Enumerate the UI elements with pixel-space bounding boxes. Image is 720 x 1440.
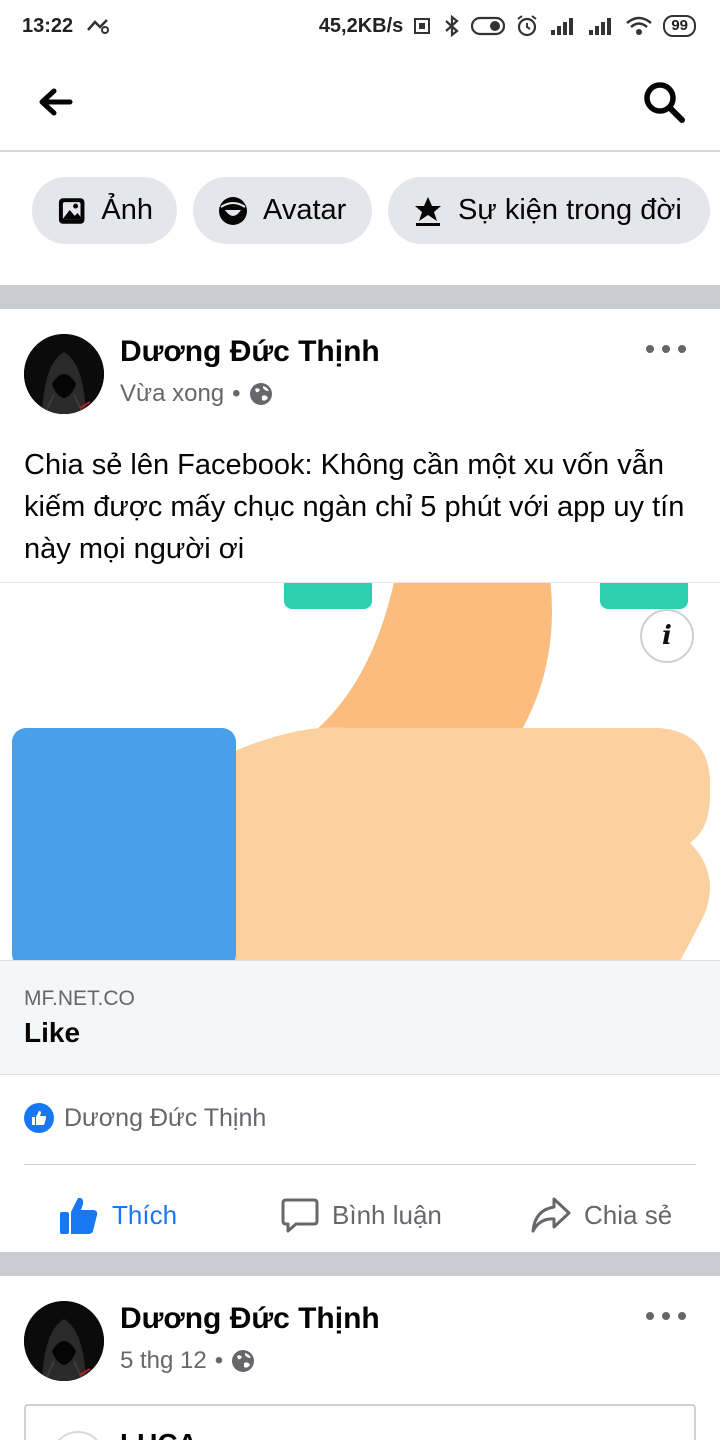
top-bar [0,52,720,152]
author-avatar[interactable] [24,334,104,414]
signal-icon-1 [549,15,577,37]
search-button[interactable] [640,78,688,126]
nfc-icon [413,15,433,37]
more-options-button[interactable] [646,337,686,361]
author-avatar[interactable] [24,1301,104,1381]
comment-button[interactable]: Bình luận [280,1175,442,1255]
shared-attachment[interactable]: LUCA [24,1404,696,1440]
link-domain: MF.NET.CO [24,987,135,1010]
post-time[interactable]: Vừa xong [120,380,224,408]
link-preview-image[interactable]: i [0,582,720,960]
meta-separator: • [232,380,241,407]
photo-chip[interactable]: Ảnh [32,177,177,244]
like-button[interactable]: Thích [58,1175,177,1255]
post-meta: 5 thg 12 • [120,1347,255,1375]
share-label: Chia sẻ [584,1199,673,1230]
alarm-icon [515,14,539,38]
like-label: Thích [112,1199,178,1230]
avatar-chip[interactable]: Avatar [193,177,372,244]
globe-icon [232,1350,255,1372]
post-time[interactable]: 5 thg 12 [120,1347,207,1375]
meta-separator: • [214,1347,224,1374]
avatar-icon [219,196,247,225]
status-bar: 13:22 45,2KB/s 99 [0,0,720,52]
photo-icon [58,197,85,224]
avatar-chip-label: Avatar [263,194,347,226]
arrow-left-icon [39,88,73,116]
reaction-names: Dương Đức Thịnh [64,1103,267,1132]
action-divider [24,1164,696,1165]
thumbs-up-illustration [12,583,711,960]
share-button[interactable]: Chia sẻ [530,1175,672,1255]
author-name[interactable]: Dương Đức Thịnh [120,1302,380,1336]
hooded-figure-avatar-image [24,1301,104,1381]
link-title: Like [24,1017,81,1048]
post-card: Dương Đức Thịnh 5 thg 12 • LUCA [0,1276,720,1440]
toggle-icon [471,16,506,36]
info-button[interactable]: i [640,609,694,663]
dot-icon [678,345,686,353]
attachment-title: LUCA [120,1428,198,1440]
app-logo-icon [57,1431,99,1440]
feed-divider [0,1252,720,1276]
share-icon [531,1197,571,1233]
life-event-chip-label: Sự kiện trong đời [458,194,682,226]
like-badge-icon [24,1103,54,1133]
dot-icon [678,1312,686,1320]
dot-icon [646,345,654,353]
network-speed: 45,2KB/s [318,14,404,37]
reactions-summary[interactable]: Dương Đức Thịnh [24,1103,266,1133]
dot-icon [662,1312,670,1320]
back-button[interactable] [34,80,78,124]
dot-icon [646,1312,654,1320]
life-event-chip[interactable]: Sự kiện trong đời [388,177,710,244]
signal-icon-2 [587,15,615,37]
photo-chip-label: Ảnh [101,194,153,226]
wifi-icon [625,15,653,37]
thumbs-up-icon [60,1197,98,1234]
feed-divider [0,285,720,309]
comment-label: Bình luận [332,1199,442,1230]
status-time: 13:22 [22,14,74,37]
post-card: Dương Đức Thịnh Vừa xong • Chia sẻ lên F… [0,309,720,1252]
author-name[interactable]: Dương Đức Thịnh [120,335,380,369]
composer-chips: Ảnh Avatar Sự kiện trong đời [0,152,720,285]
post-actions: Thích Bình luận Chia sẻ [0,1175,720,1255]
star-flag-icon [415,196,441,226]
more-options-button[interactable] [646,1304,686,1328]
battery-indicator: 99 [663,15,696,37]
post-text: Chia sẻ lên Facebook: Không cần một xu v… [24,449,685,565]
comment-icon [281,1198,319,1233]
bluetooth-icon [443,14,461,38]
post-meta: Vừa xong • [120,380,273,408]
dot-icon [662,345,670,353]
link-preview-meta[interactable]: MF.NET.CO Like [0,960,720,1075]
hooded-figure-avatar-image [24,334,104,414]
globe-icon [249,383,272,405]
notification-icon [85,16,111,36]
search-icon [644,82,685,123]
